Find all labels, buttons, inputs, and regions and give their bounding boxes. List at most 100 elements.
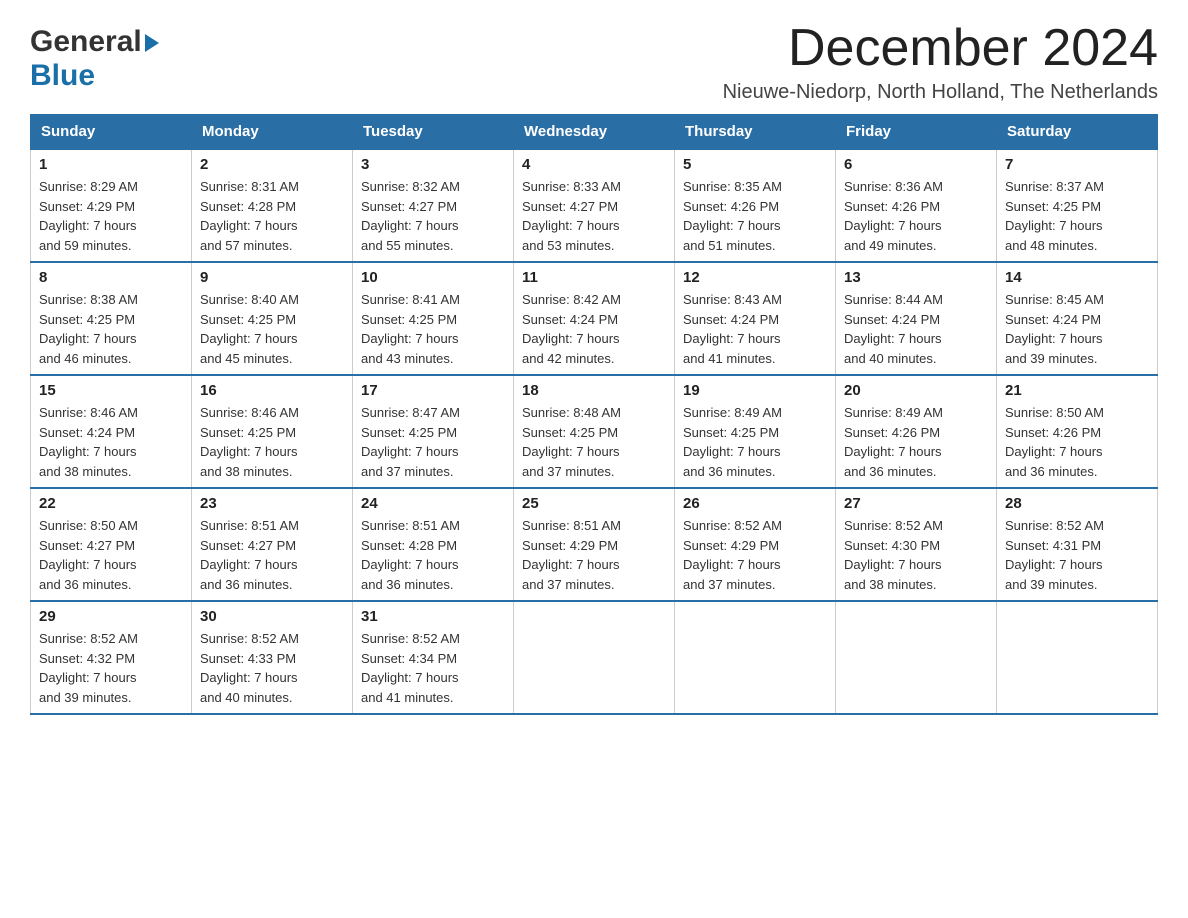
day-number: 31	[361, 608, 505, 625]
day-info: Sunrise: 8:41 AMSunset: 4:25 PMDaylight:…	[361, 290, 505, 368]
day-number: 25	[522, 495, 666, 512]
calendar-cell: 17Sunrise: 8:47 AMSunset: 4:25 PMDayligh…	[353, 375, 514, 488]
calendar-day-header: Saturday	[997, 115, 1158, 150]
calendar-cell: 21 Sunrise: 8:50 AMSunset: 4:26 PMDayligh…	[997, 375, 1158, 488]
calendar-day-header: Wednesday	[514, 115, 675, 150]
day-number: 19	[683, 382, 827, 399]
day-info: Sunrise: 8:43 AMSunset: 4:24 PMDaylight:…	[683, 290, 827, 368]
day-info: Sunrise: 8:46 AMSunset: 4:25 PMDaylight:…	[200, 403, 344, 481]
day-info: Sunrise: 8:51 AMSunset: 4:28 PMDaylight:…	[361, 516, 505, 594]
calendar-cell: 24 Sunrise: 8:51 AMSunset: 4:28 PMDayligh…	[353, 488, 514, 601]
day-info: Sunrise: 8:46 AMSunset: 4:24 PMDaylight:…	[39, 403, 183, 481]
day-info: Sunrise: 8:42 AMSunset: 4:24 PMDaylight:…	[522, 290, 666, 368]
day-info: Sunrise: 8:33 AMSunset: 4:27 PMDaylight:…	[522, 177, 666, 255]
calendar-cell	[997, 601, 1158, 714]
calendar-cell: 16 Sunrise: 8:46 AMSunset: 4:25 PMDayligh…	[192, 375, 353, 488]
day-number: 14	[1005, 269, 1149, 286]
day-number: 2	[200, 156, 344, 173]
day-info: Sunrise: 8:31 AMSunset: 4:28 PMDaylight:…	[200, 177, 344, 255]
day-number: 7	[1005, 156, 1149, 173]
calendar-cell: 6 Sunrise: 8:36 AMSunset: 4:26 PMDaylight…	[836, 149, 997, 262]
day-number: 9	[200, 269, 344, 286]
day-number: 5	[683, 156, 827, 173]
day-info: Sunrise: 8:45 AMSunset: 4:24 PMDaylight:…	[1005, 290, 1149, 368]
calendar-cell: 10 Sunrise: 8:41 AMSunset: 4:25 PMDayligh…	[353, 262, 514, 375]
calendar-week-row: 1 Sunrise: 8:29 AMSunset: 4:29 PMDaylight…	[31, 149, 1158, 262]
calendar-cell: 13 Sunrise: 8:44 AMSunset: 4:24 PMDayligh…	[836, 262, 997, 375]
day-info: Sunrise: 8:47 AMSunset: 4:25 PMDaylight:…	[361, 403, 505, 481]
day-number: 28	[1005, 495, 1149, 512]
day-number: 24	[361, 495, 505, 512]
calendar-cell: 29 Sunrise: 8:52 AMSunset: 4:32 PMDayligh…	[31, 601, 192, 714]
day-number: 23	[200, 495, 344, 512]
calendar-cell: 7 Sunrise: 8:37 AMSunset: 4:25 PMDaylight…	[997, 149, 1158, 262]
calendar-cell: 23 Sunrise: 8:51 AMSunset: 4:27 PMDayligh…	[192, 488, 353, 601]
calendar-cell	[836, 601, 997, 714]
day-info: Sunrise: 8:44 AMSunset: 4:24 PMDaylight:…	[844, 290, 988, 368]
day-info: Sunrise: 8:52 AMSunset: 4:31 PMDaylight:…	[1005, 516, 1149, 594]
logo-blue-text: Blue	[30, 59, 95, 92]
day-number: 6	[844, 156, 988, 173]
calendar-day-header: Monday	[192, 115, 353, 150]
calendar-cell: 11 Sunrise: 8:42 AMSunset: 4:24 PMDayligh…	[514, 262, 675, 375]
calendar-cell: 8 Sunrise: 8:38 AMSunset: 4:25 PMDaylight…	[31, 262, 192, 375]
day-info: Sunrise: 8:32 AMSunset: 4:27 PMDaylight:…	[361, 177, 505, 255]
day-info: Sunrise: 8:51 AMSunset: 4:29 PMDaylight:…	[522, 516, 666, 594]
calendar-cell: 31 Sunrise: 8:52 AMSunset: 4:34 PMDayligh…	[353, 601, 514, 714]
calendar-cell: 22 Sunrise: 8:50 AMSunset: 4:27 PMDayligh…	[31, 488, 192, 601]
logo-general-text: General	[30, 25, 142, 59]
page-container: General Blue December 2024 Nieuwe-Niedor…	[30, 20, 1158, 715]
calendar-cell: 4Sunrise: 8:33 AMSunset: 4:27 PMDaylight…	[514, 149, 675, 262]
day-info: Sunrise: 8:51 AMSunset: 4:27 PMDaylight:…	[200, 516, 344, 594]
day-info: Sunrise: 8:49 AMSunset: 4:25 PMDaylight:…	[683, 403, 827, 481]
calendar-week-row: 22 Sunrise: 8:50 AMSunset: 4:27 PMDayligh…	[31, 488, 1158, 601]
calendar-cell: 5Sunrise: 8:35 AMSunset: 4:26 PMDaylight…	[675, 149, 836, 262]
day-number: 13	[844, 269, 988, 286]
day-info: Sunrise: 8:50 AMSunset: 4:27 PMDaylight:…	[39, 516, 183, 594]
calendar-cell: 1 Sunrise: 8:29 AMSunset: 4:29 PMDaylight…	[31, 149, 192, 262]
calendar-cell: 3 Sunrise: 8:32 AMSunset: 4:27 PMDaylight…	[353, 149, 514, 262]
calendar-cell: 2 Sunrise: 8:31 AMSunset: 4:28 PMDaylight…	[192, 149, 353, 262]
day-info: Sunrise: 8:52 AMSunset: 4:29 PMDaylight:…	[683, 516, 827, 594]
calendar-cell: 28 Sunrise: 8:52 AMSunset: 4:31 PMDayligh…	[997, 488, 1158, 601]
calendar-header-row: SundayMondayTuesdayWednesdayThursdayFrid…	[31, 115, 1158, 150]
day-number: 27	[844, 495, 988, 512]
calendar-week-row: 8 Sunrise: 8:38 AMSunset: 4:25 PMDaylight…	[31, 262, 1158, 375]
day-info: Sunrise: 8:49 AMSunset: 4:26 PMDaylight:…	[844, 403, 988, 481]
day-info: Sunrise: 8:52 AMSunset: 4:33 PMDaylight:…	[200, 629, 344, 707]
day-info: Sunrise: 8:29 AMSunset: 4:29 PMDaylight:…	[39, 177, 183, 255]
calendar-cell	[514, 601, 675, 714]
day-number: 30	[200, 608, 344, 625]
day-number: 1	[39, 156, 183, 173]
calendar-day-header: Tuesday	[353, 115, 514, 150]
day-info: Sunrise: 8:52 AMSunset: 4:32 PMDaylight:…	[39, 629, 183, 707]
calendar-week-row: 29 Sunrise: 8:52 AMSunset: 4:32 PMDayligh…	[31, 601, 1158, 714]
title-area: December 2024 Nieuwe-Niedorp, North Holl…	[723, 20, 1158, 104]
day-info: Sunrise: 8:50 AMSunset: 4:26 PMDaylight:…	[1005, 403, 1149, 481]
calendar-day-header: Friday	[836, 115, 997, 150]
day-number: 12	[683, 269, 827, 286]
day-number: 3	[361, 156, 505, 173]
day-number: 16	[200, 382, 344, 399]
day-number: 22	[39, 495, 183, 512]
calendar-cell	[675, 601, 836, 714]
calendar-week-row: 15 Sunrise: 8:46 AMSunset: 4:24 PMDayligh…	[31, 375, 1158, 488]
header: General Blue December 2024 Nieuwe-Niedor…	[30, 20, 1158, 104]
day-number: 29	[39, 608, 183, 625]
calendar-cell: 26Sunrise: 8:52 AMSunset: 4:29 PMDayligh…	[675, 488, 836, 601]
page-title: December 2024	[723, 20, 1158, 77]
day-info: Sunrise: 8:52 AMSunset: 4:34 PMDaylight:…	[361, 629, 505, 707]
day-number: 8	[39, 269, 183, 286]
day-number: 15	[39, 382, 183, 399]
day-info: Sunrise: 8:38 AMSunset: 4:25 PMDaylight:…	[39, 290, 183, 368]
day-info: Sunrise: 8:37 AMSunset: 4:25 PMDaylight:…	[1005, 177, 1149, 255]
calendar-cell: 30 Sunrise: 8:52 AMSunset: 4:33 PMDayligh…	[192, 601, 353, 714]
day-number: 11	[522, 269, 666, 286]
day-info: Sunrise: 8:36 AMSunset: 4:26 PMDaylight:…	[844, 177, 988, 255]
day-info: Sunrise: 8:48 AMSunset: 4:25 PMDaylight:…	[522, 403, 666, 481]
day-number: 21	[1005, 382, 1149, 399]
calendar-table: SundayMondayTuesdayWednesdayThursdayFrid…	[30, 114, 1158, 715]
calendar-cell: 25 Sunrise: 8:51 AMSunset: 4:29 PMDayligh…	[514, 488, 675, 601]
day-number: 10	[361, 269, 505, 286]
calendar-cell: 15 Sunrise: 8:46 AMSunset: 4:24 PMDayligh…	[31, 375, 192, 488]
